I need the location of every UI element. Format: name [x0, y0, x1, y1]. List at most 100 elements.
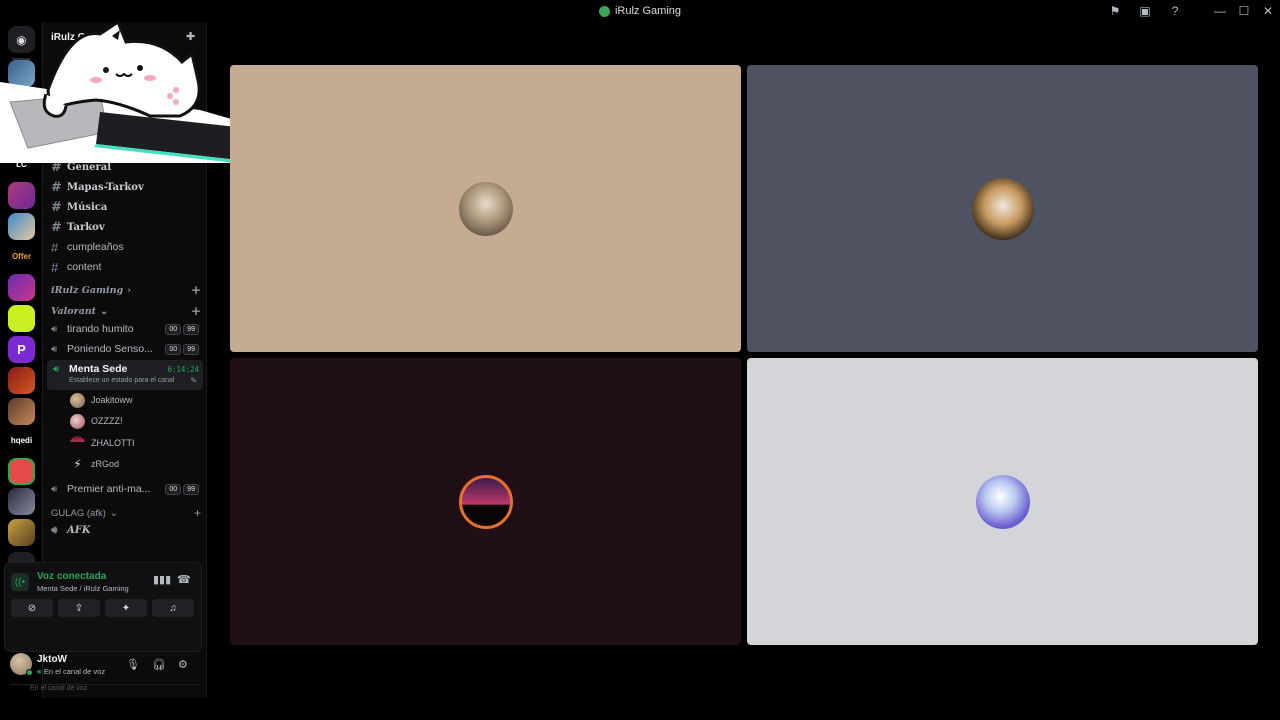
server-icon-hqedi[interactable]: hqedi — [8, 436, 35, 450]
user-count-badge: 00 — [165, 483, 182, 495]
user-status: 🔊︎ En el canal de voz — [37, 667, 105, 677]
avatar — [70, 392, 85, 408]
channel-label: cumpleaños — [67, 241, 124, 253]
server-icon-offer[interactable]: Offer — [8, 252, 35, 266]
settings-gear-icon[interactable]: ⚙ — [178, 658, 188, 671]
channel-status[interactable]: Establece un estado para el canal — [69, 377, 174, 384]
channel-musica[interactable]: # Música — [51, 198, 201, 216]
channel-label: content — [67, 261, 102, 273]
voice-channel-tirando-humito[interactable]: 🔊︎ tirando humito 00 99 — [51, 320, 203, 338]
hash-icon: # — [51, 179, 62, 195]
voice-member[interactable]: OZZZZ! — [70, 412, 200, 430]
member-name: OZZZZ! — [91, 416, 123, 426]
noise-suppression-icon[interactable]: ▮▮▮ — [153, 573, 171, 586]
disconnect-icon[interactable]: ☎ — [177, 573, 191, 586]
user-limit-badge: 99 — [183, 343, 199, 355]
user-limit-badge: 99 — [183, 323, 199, 335]
channel-label: Mapas-Tarkov — [67, 181, 144, 193]
participant-avatar — [458, 474, 513, 529]
server-logo-icon — [598, 5, 610, 17]
speaker-icon: 🔊︎ — [51, 343, 58, 355]
avatar — [70, 413, 85, 429]
activities-icon: ✦ — [121, 602, 131, 614]
chevron-down-icon: ⌄ — [109, 507, 118, 519]
server-icon[interactable] — [8, 488, 35, 515]
category-valorant[interactable]: Valorant ⌄ + — [51, 304, 201, 318]
member-name: zRGod — [91, 459, 120, 469]
window-title-text: iRulz Gaming — [614, 5, 682, 17]
user-count-badge: 00 — [165, 323, 182, 335]
speaker-icon: 🔊︎ — [51, 524, 58, 536]
username[interactable]: JktoW — [37, 654, 67, 665]
hash-icon: # — [51, 199, 62, 215]
video-tile[interactable] — [230, 65, 741, 352]
channel-label: Tarkov — [67, 221, 105, 233]
soundboard-button[interactable]: ♫ — [152, 599, 194, 617]
zrgod-logo-icon: ⚡︎ — [73, 456, 82, 471]
speaker-icon: 🔊︎ — [51, 323, 58, 335]
signal-icon[interactable]: ((• — [11, 573, 29, 591]
inbox-icon[interactable]: ▣ — [1130, 0, 1160, 22]
activities-button[interactable]: ✦ — [105, 599, 147, 617]
speaker-icon: 🔊︎ — [37, 667, 44, 676]
speaker-icon: 🔊︎ — [53, 364, 60, 375]
voice-member[interactable]: Joakitoww — [70, 391, 200, 409]
screen-share-button[interactable]: ⇪ — [58, 599, 100, 617]
title-bar: iRulz Gaming ⚑ ▣ ? — ☐ ✕ — [0, 0, 1280, 22]
headphones-icon[interactable]: 🎧︎ — [152, 658, 166, 671]
participant-avatar — [971, 177, 1034, 240]
category-label: Valorant — [51, 305, 97, 317]
voice-member[interactable]: ZHALOTTI — [70, 434, 200, 452]
video-tile[interactable] — [230, 358, 741, 645]
server-icon[interactable] — [8, 182, 35, 209]
category-gulag[interactable]: GULAG (afk) ⌄ + — [51, 506, 201, 520]
voice-channel-poniendo-senso[interactable]: 🔊︎ Poniendo Senso... 00 99 — [51, 340, 203, 358]
add-channel-icon[interactable]: + — [191, 304, 201, 318]
hash-icon: # — [51, 219, 62, 235]
server-icon[interactable] — [8, 305, 35, 332]
member-name: Joakitoww — [91, 395, 133, 405]
voice-connection-panel: ((• Voz conectada Menta Sede / iRulz Gam… — [4, 562, 202, 652]
server-icon[interactable] — [8, 213, 35, 240]
video-tile[interactable] — [747, 358, 1258, 645]
user-count-badge: 00 — [165, 343, 182, 355]
voice-channel-label: AFK — [67, 524, 91, 536]
camera-off-button[interactable]: ⊘ — [11, 599, 53, 617]
minimize-button[interactable]: — — [1208, 0, 1232, 22]
microphone-icon[interactable]: 🎙︎ — [126, 658, 140, 671]
video-tile[interactable] — [747, 65, 1258, 352]
channel-content[interactable]: # content — [51, 258, 201, 276]
server-icon[interactable] — [8, 458, 35, 485]
hash-icon: # — [51, 259, 59, 275]
participant-avatar — [458, 181, 513, 236]
channel-cumpleanos[interactable]: # cumpleaños — [51, 238, 201, 256]
maximize-button[interactable]: ☐ — [1232, 0, 1256, 22]
category-irulz-gaming[interactable]: iRulz Gaming › + — [51, 283, 201, 297]
ghost-status-text: En el canal de voz — [30, 685, 88, 692]
voice-channel-premier[interactable]: 🔊︎ Premier anti-ma... 00 99 — [51, 480, 203, 498]
close-button[interactable]: ✕ — [1256, 0, 1280, 22]
voice-member[interactable]: ⚡︎ zRGod — [70, 455, 200, 473]
server-icon[interactable] — [8, 519, 35, 546]
channel-tarkov[interactable]: # Tarkov — [51, 218, 201, 236]
speaker-icon: 🔊︎ — [51, 483, 58, 495]
online-status-icon — [26, 669, 33, 676]
hash-icon: # — [51, 239, 59, 255]
screen-share-icon: ⇪ — [74, 602, 84, 614]
server-icon[interactable] — [8, 274, 35, 301]
flag-icon[interactable]: ⚑ — [1100, 0, 1130, 22]
voice-channel-menta-sede[interactable]: 🔊︎ Menta Sede 6:14:24 Establece un estad… — [47, 360, 203, 390]
voice-status-title[interactable]: Voz conectada — [37, 571, 106, 582]
server-icon[interactable] — [8, 367, 35, 394]
help-icon[interactable]: ? — [1160, 0, 1190, 22]
server-icon[interactable] — [8, 398, 35, 425]
voice-status-subtitle[interactable]: Menta Sede / iRulz Gaming — [37, 584, 129, 593]
add-channel-icon[interactable]: + — [191, 283, 201, 297]
server-icon[interactable]: P — [8, 336, 35, 363]
window-title: iRulz Gaming — [598, 5, 682, 17]
pencil-icon[interactable]: ✎ — [190, 376, 197, 385]
add-channel-icon[interactable]: + — [194, 506, 201, 520]
channel-label: Música — [67, 201, 108, 213]
channel-mapas-tarkov[interactable]: # Mapas-Tarkov — [51, 178, 201, 196]
voice-channel-afk[interactable]: 🔊︎ AFK — [51, 521, 203, 539]
